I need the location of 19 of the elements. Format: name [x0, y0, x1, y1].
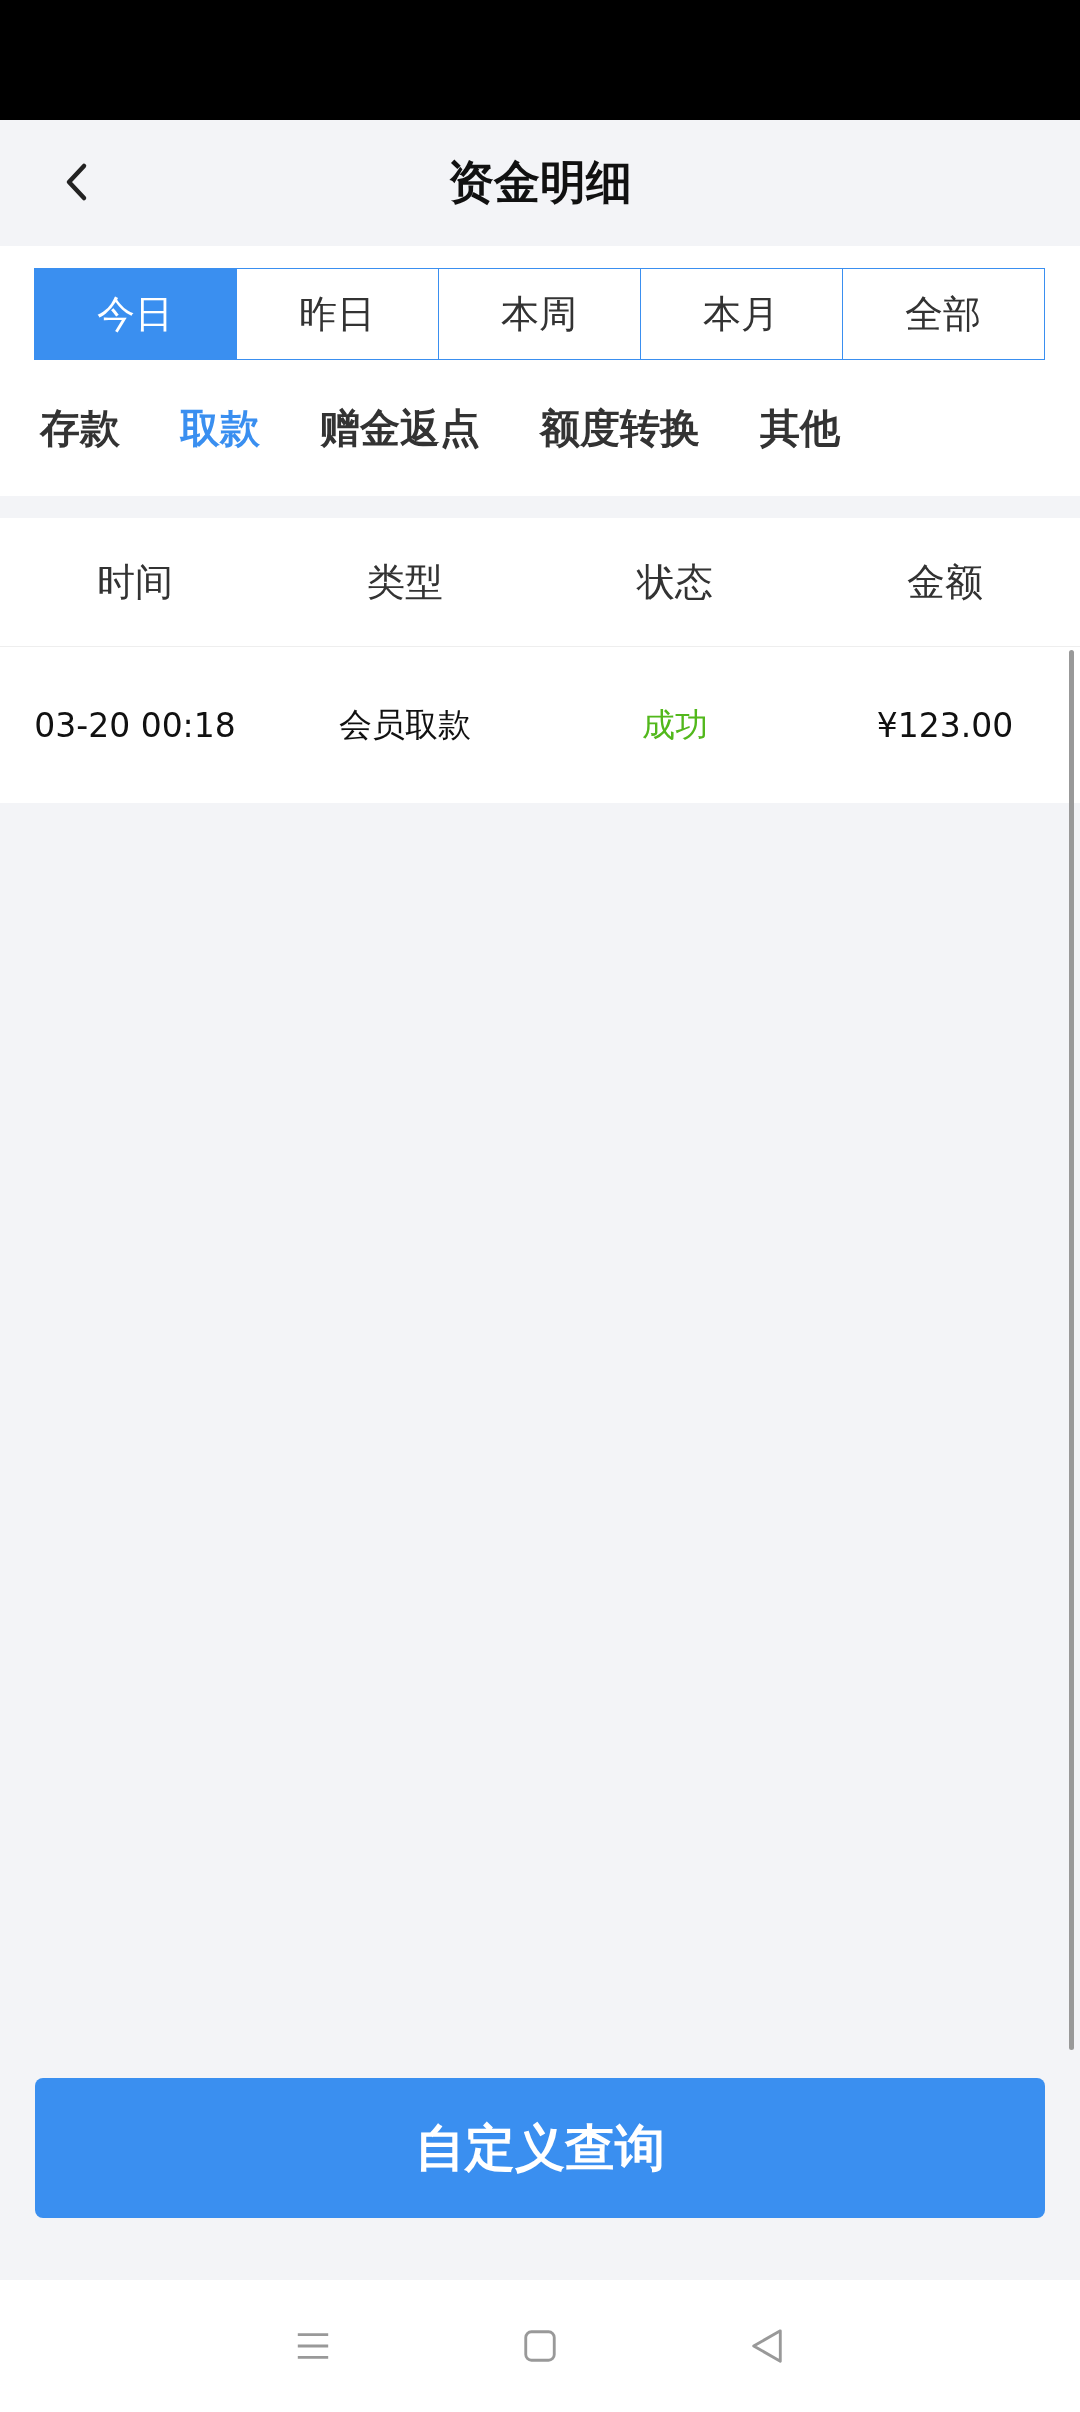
back-icon[interactable] — [64, 162, 88, 202]
page-title: 资金明细 — [448, 154, 632, 211]
table-cell-text: ¥123.00 — [875, 705, 1015, 745]
period-tab[interactable]: 全部 — [841, 268, 1045, 360]
table-cell-text: 会员取款 — [338, 703, 472, 746]
category-tab[interactable]: 其他 — [730, 400, 870, 456]
column-header: 状态 — [635, 558, 714, 606]
category-tab[interactable]: 存款 — [10, 400, 150, 456]
column-header: 时间 — [96, 558, 174, 606]
column-header: 金额 — [906, 558, 984, 606]
category-tab[interactable]: 额度转换 — [510, 400, 730, 456]
period-tab[interactable]: 昨日 — [235, 268, 439, 360]
table-cell-text: 03-20 00:18 — [33, 705, 237, 745]
period-tab[interactable]: 本月 — [639, 268, 843, 360]
category-tab[interactable]: 赠金返点 — [290, 400, 510, 456]
home-icon[interactable] — [521, 2327, 559, 2365]
period-tab[interactable]: 本周 — [437, 268, 641, 360]
status-text: 成功 — [641, 703, 709, 746]
column-header: 类型 — [366, 558, 444, 606]
